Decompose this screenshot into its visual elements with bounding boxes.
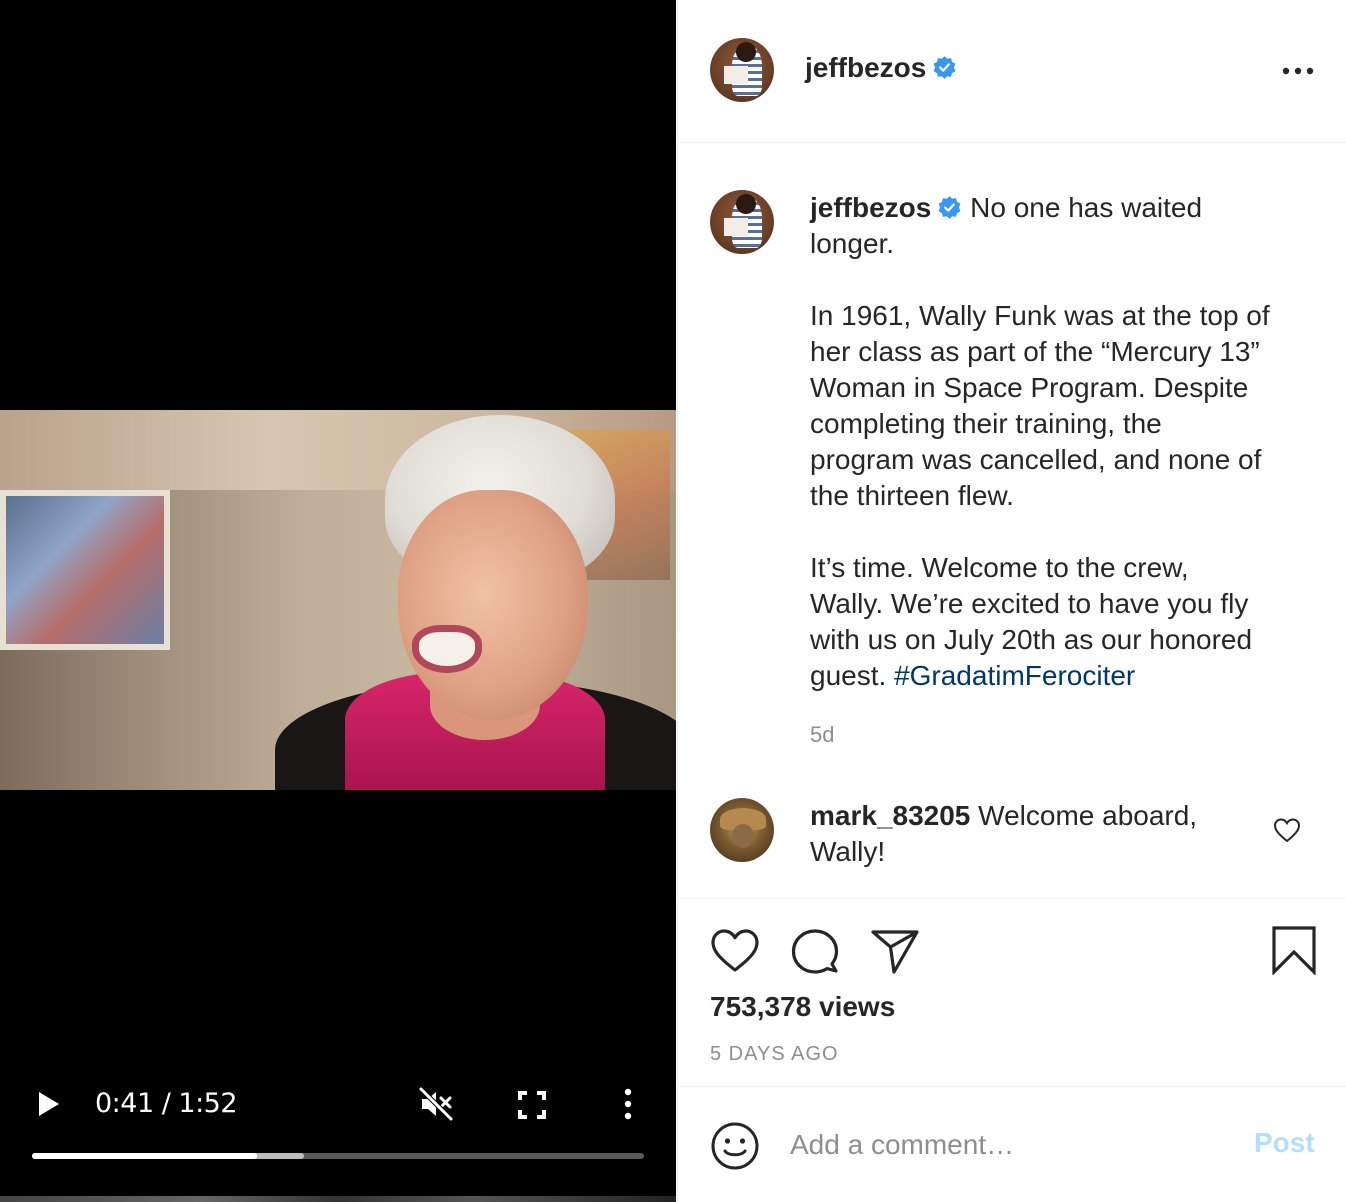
caption-timestamp[interactable]: 5d (810, 722, 834, 748)
duration: 1:52 (178, 1088, 238, 1119)
play-button[interactable] (34, 1089, 64, 1119)
comment-body-line: Wally! (810, 836, 886, 867)
caption-line: Wally. We’re excited to have you fly (810, 588, 1249, 619)
fullscreen-button[interactable] (515, 1088, 549, 1122)
caption-username[interactable]: jeffbezos (810, 192, 931, 223)
fullscreen-icon (518, 1091, 546, 1119)
video-time-readout: 0:41 / 1:52 (95, 1088, 238, 1120)
paper-plane-icon (871, 930, 919, 974)
time-separator: / (153, 1088, 179, 1119)
header-username-row: jeffbezos (805, 50, 957, 91)
video-player[interactable]: 0:41 / 1:52 (0, 0, 676, 1202)
verified-badge-icon (938, 196, 961, 219)
add-comment-bar: Post (678, 1086, 1346, 1202)
author-avatar[interactable] (710, 38, 774, 102)
current-time: 0:41 (95, 1088, 154, 1119)
header-username[interactable]: jeffbezos (805, 52, 926, 83)
post-comment-button[interactable]: Post (1254, 1127, 1315, 1159)
video-more-options-button[interactable] (617, 1086, 639, 1122)
heart-icon (1273, 818, 1301, 843)
video-background-painting (0, 490, 170, 650)
video-subject-smile (412, 625, 482, 673)
caption-line: guest. (810, 660, 895, 691)
commenter-avatar[interactable] (710, 798, 774, 862)
caption-line: her class as part of the “Mercury 13” (810, 336, 1260, 367)
comment-bubble-icon (791, 929, 839, 974)
caption-hashtag-link[interactable]: #GradatimFerociter (894, 660, 1135, 691)
caption-line: with us on July 20th as our honored (810, 624, 1253, 655)
share-button[interactable] (870, 927, 920, 975)
comment-body-line: Welcome aboard, (978, 800, 1198, 831)
caption-line: In 1961, Wally Funk was at the top of (810, 300, 1270, 331)
comment-item: mark_83205 Welcome aboard, Wally! (678, 796, 1346, 896)
video-frame[interactable] (0, 410, 676, 790)
comment-input[interactable] (790, 1123, 1230, 1167)
caption-text: jeffbezos No one has waited longer. In 1… (810, 190, 1310, 694)
play-icon (39, 1092, 59, 1116)
smiley-icon (711, 1122, 759, 1170)
caption-line: the thirteen flew. (810, 480, 1014, 511)
caption-line: completing their training, the (810, 408, 1162, 439)
heart-icon (711, 929, 759, 972)
post-info-panel: jeffbezos jeffbezos No one has waited lo… (677, 0, 1346, 1202)
horizontal-ellipsis-icon (1282, 67, 1314, 75)
caption-line: No one has waited (970, 192, 1203, 223)
post-options-button[interactable] (1278, 58, 1318, 84)
video-subject-face (398, 490, 588, 720)
muted-speaker-icon (419, 1087, 453, 1121)
emoji-picker-button[interactable] (710, 1121, 760, 1171)
video-filmstrip-edge (0, 1196, 676, 1202)
view-count[interactable]: 753,378 views (710, 991, 895, 1023)
like-button[interactable] (710, 927, 760, 975)
mute-toggle-button[interactable] (418, 1086, 454, 1122)
post-header: jeffbezos (678, 0, 1346, 143)
comment-like-button[interactable] (1272, 816, 1302, 844)
caption-line: It’s time. Welcome to the crew, (810, 552, 1189, 583)
save-bookmark-button[interactable] (1271, 925, 1317, 976)
video-progress-bar[interactable] (32, 1153, 644, 1159)
vertical-ellipsis-icon (624, 1088, 632, 1120)
caption-line: Woman in Space Program. Despite (810, 372, 1249, 403)
bookmark-icon (1272, 926, 1316, 976)
comment-text: mark_83205 Welcome aboard, Wally! (810, 798, 1250, 870)
video-played-bar (32, 1153, 258, 1159)
verified-badge-icon (933, 56, 956, 79)
caption-line: program was cancelled, and none of (810, 444, 1262, 475)
post-age[interactable]: 5 DAYS AGO (710, 1043, 839, 1066)
caption-author-avatar[interactable] (710, 190, 774, 254)
post-actions: 753,378 views 5 DAYS AGO (678, 898, 1346, 1086)
comment-button[interactable] (790, 927, 840, 975)
comment-username[interactable]: mark_83205 (810, 800, 970, 831)
caption-line: longer. (810, 228, 895, 259)
